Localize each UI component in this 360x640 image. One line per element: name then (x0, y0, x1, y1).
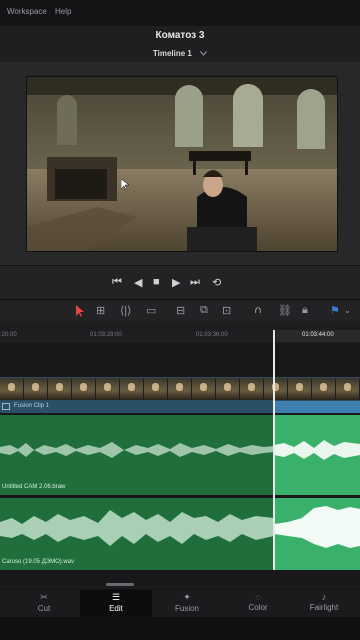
page-navigation: ✂ Cut ☰ Edit ✦ Fusion ◌ Color ♪ Fairligh… (0, 589, 360, 620)
trim-tool-icon[interactable]: ⊞ (96, 304, 105, 317)
transport-controls: ⏮ ◀ ■ ▶ ⏭ ⟲ (0, 265, 360, 300)
play-icon[interactable]: ▶ (172, 276, 180, 289)
video-frame-image (27, 77, 337, 251)
overwrite-clip-icon[interactable]: ⧉ (200, 304, 208, 317)
cut-page-icon: ✂ (40, 592, 48, 602)
audio-clip-1-selected[interactable] (274, 415, 360, 495)
ruler-timecode: 01:03:28:00 (90, 332, 122, 338)
chevron-down-icon (200, 51, 207, 57)
fusion-clip[interactable]: Fusion Clip 1 (0, 401, 360, 413)
position-lock-icon[interactable]: 🔒︎ (302, 304, 308, 317)
menu-bar: Workspace Help (0, 0, 360, 26)
timeline-scrollbar[interactable] (106, 583, 134, 586)
project-title: Коматоз 3 (155, 30, 205, 41)
replace-clip-icon[interactable]: ⊡ (222, 304, 231, 317)
ruler-timecode: :20:00 (0, 332, 17, 338)
step-back-icon[interactable]: ◀ (134, 276, 142, 289)
fusion-clip-label: Fusion Clip 1 (14, 403, 50, 409)
fusion-clip-icon (2, 403, 10, 410)
mouse-cursor-icon (121, 179, 129, 190)
system-bar (0, 617, 360, 640)
insert-clip-icon[interactable]: ⊟ (176, 304, 185, 317)
nav-edit[interactable]: ☰ Edit (80, 590, 152, 620)
ruler-timecode: 01:03:36:00 (196, 332, 228, 338)
nav-fairlight-label: Fairlight (309, 603, 339, 612)
video-track-clip[interactable] (0, 377, 360, 401)
clip-thumbnail (288, 378, 312, 400)
clip-thumbnail (144, 378, 168, 400)
clip-thumbnail (240, 378, 264, 400)
playhead-timecode-box: 01:03:44:00 (276, 330, 360, 342)
audio-clip-1-label: Untitled CAM 2.06.braw (2, 484, 66, 490)
fusion-page-icon: ✦ (183, 592, 191, 602)
nav-color-label: Color (248, 603, 268, 612)
clip-thumbnail (216, 378, 240, 400)
nav-cut[interactable]: ✂ Cut (8, 590, 80, 618)
viewer-frame[interactable] (26, 76, 338, 252)
timeline-selector-bar: Timeline 1 (0, 46, 360, 63)
audio-waveform (0, 442, 274, 458)
timeline-tracks[interactable]: Fusion Clip 1 Untitled CAM 2.06.braw Car… (0, 343, 360, 585)
clip-thumbnail (120, 378, 144, 400)
menu-workspace[interactable]: Workspace (7, 7, 47, 16)
clip-thumbnail (24, 378, 48, 400)
audio-clip-2-selected[interactable] (274, 498, 360, 570)
clip-thumbnail (312, 378, 336, 400)
clip-thumbnail (192, 378, 216, 400)
viewer (0, 62, 360, 265)
menu-help[interactable]: Help (55, 7, 71, 16)
flag-dropdown-icon[interactable]: ⌄ (344, 306, 351, 315)
blade-tool-icon[interactable]: ▭ (146, 304, 156, 317)
audio-waveform (274, 440, 360, 460)
clip-thumbnail (264, 378, 288, 400)
selection-tool-icon[interactable] (76, 305, 85, 317)
linked-selection-icon[interactable]: ⛓ (278, 304, 292, 317)
nav-fusion[interactable]: ✦ Fusion (151, 590, 223, 618)
skip-to-end-icon[interactable]: ⏭ (190, 276, 200, 289)
audio-waveform (274, 506, 360, 548)
clip-thumbnail (72, 378, 96, 400)
edit-page-icon: ☰ (111, 592, 121, 602)
nav-fairlight[interactable]: ♪ Fairlight (288, 590, 360, 618)
clip-thumbnail (168, 378, 192, 400)
nav-edit-label: Edit (109, 604, 123, 613)
fusion-clip-selected-region (274, 401, 360, 413)
audio-clip-2[interactable]: Caruso (19.05 ДЭМО).wav (0, 498, 274, 570)
snapping-icon[interactable]: ∩ (254, 304, 262, 316)
playhead-timecode: 01:03:44:00 (302, 332, 334, 338)
clip-thumbnail (0, 378, 24, 400)
audio-clip-2-label: Caruso (19.05 ДЭМО).wav (2, 559, 75, 565)
dynamic-trim-icon[interactable]: ⟨|⟩ (120, 304, 131, 317)
edit-toolbar: ⊞ ⟨|⟩ ▭ ⊟ ⧉ ⊡ ∩ ⛓ 🔒︎ ⚑ ⌄ (0, 299, 360, 322)
color-page-icon: ◌ (255, 592, 261, 602)
clip-thumbnail (96, 378, 120, 400)
clip-thumbnail (336, 378, 360, 400)
nav-color[interactable]: ◌ Color (222, 590, 294, 618)
nav-fusion-label: Fusion (174, 604, 199, 613)
nav-cut-label: Cut (37, 604, 51, 613)
flag-icon[interactable]: ⚑ (330, 304, 340, 317)
fairlight-page-icon: ♪ (321, 592, 327, 602)
audio-clip-1[interactable]: Untitled CAM 2.06.braw (0, 415, 274, 495)
playhead[interactable] (273, 330, 275, 570)
title-bar: Коматоз 3 (0, 26, 360, 48)
timeline-name: Timeline 1 (152, 49, 192, 58)
timeline-selector[interactable]: Timeline 1 (0, 49, 360, 58)
loop-icon[interactable]: ⟲ (212, 276, 221, 289)
stop-icon[interactable]: ■ (153, 276, 160, 288)
skip-to-start-icon[interactable]: ⏮ (112, 276, 122, 289)
clip-thumbnail (48, 378, 72, 400)
